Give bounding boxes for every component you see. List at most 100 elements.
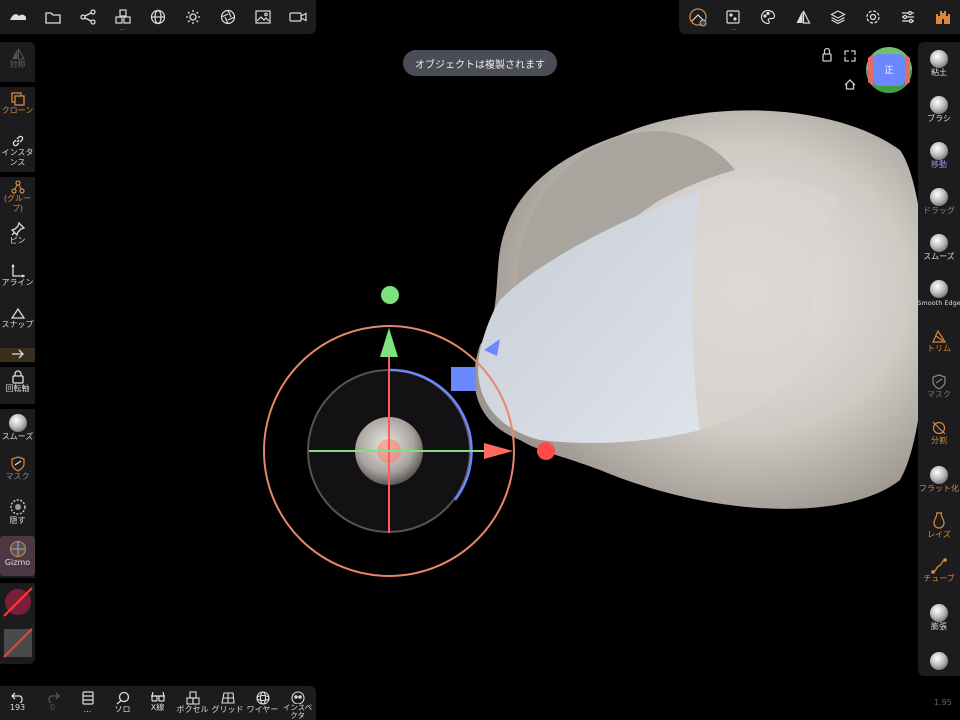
redo-button[interactable]: 0 <box>35 686 70 720</box>
brush-trim[interactable]: トリム <box>918 328 960 354</box>
camera-button[interactable] <box>280 0 315 34</box>
settings-button[interactable] <box>855 0 890 34</box>
clone-label: クローン <box>1 106 34 115</box>
nomad-logo-icon <box>9 14 26 20</box>
wireframe-button[interactable]: ワイヤー <box>245 686 280 720</box>
lighting-button[interactable] <box>175 0 210 34</box>
viewport[interactable]: 正 <box>0 0 960 720</box>
snap-button[interactable]: スナップ <box>0 306 35 330</box>
align-label: アライン <box>1 278 34 287</box>
vase-icon <box>933 512 945 529</box>
voxel-label: ボクセル <box>176 705 209 714</box>
background-button[interactable] <box>245 0 280 34</box>
symmetry-toggle[interactable]: 対称 <box>0 48 35 70</box>
undo-icon <box>10 692 23 703</box>
material-button[interactable] <box>210 0 245 34</box>
move-arrow-x[interactable] <box>484 443 513 459</box>
scale-handle-green[interactable] <box>381 286 399 304</box>
painting-button[interactable] <box>751 0 786 34</box>
symmetry-icon <box>11 48 25 60</box>
pin-icon <box>10 222 25 236</box>
group-button[interactable]: (グループ) <box>0 180 35 214</box>
undo-button[interactable]: 193 <box>0 686 35 720</box>
material-roughness-swatch[interactable] <box>0 626 35 662</box>
primitives-button[interactable]: ... <box>105 0 140 34</box>
grid-button[interactable]: グリッド <box>210 686 245 720</box>
xray-label: X線 <box>150 703 165 712</box>
solo-button[interactable]: ソロ <box>105 686 140 720</box>
material-color-swatch[interactable] <box>0 584 35 620</box>
history-button[interactable]: ... <box>70 686 105 720</box>
mask-brush-button[interactable]: マスク <box>0 456 35 482</box>
brush-flatten[interactable]: フラット化 <box>918 466 960 494</box>
plugin-button[interactable] <box>925 0 960 34</box>
pin-button[interactable]: ピン <box>0 222 35 246</box>
files-button[interactable] <box>35 0 70 34</box>
layers-button[interactable] <box>821 0 856 34</box>
move-brush-icon <box>930 142 948 160</box>
brush-brush-icon <box>930 96 948 114</box>
move-mode-button[interactable] <box>0 348 35 362</box>
smooth-label: スムーズ <box>1 432 34 441</box>
instance-button[interactable]: インスタンス <box>0 134 35 168</box>
align-button[interactable]: アライン <box>0 264 35 288</box>
pin-label: ピン <box>9 236 26 245</box>
symmetry-label: 対称 <box>9 60 26 69</box>
clone-button[interactable]: クローン <box>0 92 35 116</box>
lock-icon[interactable] <box>822 47 832 62</box>
top-right-toolbar: ... <box>679 0 960 34</box>
scale-handle-red[interactable] <box>537 442 555 460</box>
brush-clay[interactable]: 粘土 <box>918 50 960 78</box>
brush-label: ブラシ <box>927 114 951 123</box>
align-axes-icon <box>10 264 25 278</box>
flatten-label: フラット化 <box>919 484 959 493</box>
fullscreen-icon[interactable] <box>844 50 856 62</box>
brush-smooth[interactable]: スムーズ <box>918 234 960 262</box>
globe-wire-icon <box>150 9 165 25</box>
gizmo-label: Gizmo <box>4 558 31 567</box>
inspector-button[interactable]: インスペクタ <box>280 686 315 720</box>
brush-tube[interactable]: チューブ <box>918 558 960 584</box>
voxel-button[interactable]: ボクセル <box>175 686 210 720</box>
left-tool-panel: 対称 クローン インスタンス (グループ) ピン アライン スナップ 回転軸 ス… <box>0 42 35 664</box>
stack-icon <box>81 691 94 705</box>
drag-brush-icon <box>930 188 948 206</box>
flatten-brush-icon <box>930 466 948 484</box>
symmetry-button[interactable] <box>786 0 821 34</box>
topology-button[interactable] <box>140 0 175 34</box>
gear-icon <box>866 10 880 24</box>
brush-brush[interactable]: ブラシ <box>918 96 960 124</box>
lock-icon <box>11 370 24 384</box>
brush-split[interactable]: 分割 <box>918 420 960 446</box>
split-label: 分割 <box>931 436 947 445</box>
brush-drag[interactable]: ドラッグ <box>918 188 960 216</box>
mask-shield-icon <box>932 374 946 390</box>
scene-button[interactable] <box>70 0 105 34</box>
rotation-axis-button[interactable]: 回転軸 <box>0 370 35 394</box>
image-icon <box>254 10 271 24</box>
brush-smooth-edge[interactable]: Smooth Edge <box>917 280 960 308</box>
xray-button[interactable]: X線 <box>140 686 175 720</box>
layer-label: レイズ <box>927 530 951 539</box>
menu-button[interactable] <box>0 0 35 34</box>
sliders-icon <box>901 10 914 24</box>
voxel-cubes-icon <box>185 691 200 705</box>
smooth-brush-button[interactable]: スムーズ <box>0 414 35 442</box>
instance-label: インスタンス <box>1 148 34 167</box>
link-icon <box>12 135 23 147</box>
brush-move[interactable]: 移動 <box>918 142 960 170</box>
brush-mask[interactable]: マスク <box>918 374 960 400</box>
castle-icon <box>935 11 950 24</box>
gizmo-button[interactable]: Gizmo <box>0 536 35 576</box>
layers-icon <box>830 10 846 25</box>
brush-layer[interactable]: レイズ <box>918 512 960 540</box>
tool-settings-button[interactable]: ... <box>716 0 751 34</box>
home-icon[interactable] <box>844 79 856 90</box>
plane-handle-blue[interactable] <box>451 367 476 391</box>
brush-inflate[interactable]: 膨張 <box>918 604 960 632</box>
stroke-settings-button[interactable] <box>681 0 716 34</box>
hide-brush-button[interactable]: 隠す <box>0 498 35 526</box>
split-icon <box>932 421 946 435</box>
interface-button[interactable] <box>890 0 925 34</box>
brush-more[interactable] <box>918 652 960 670</box>
